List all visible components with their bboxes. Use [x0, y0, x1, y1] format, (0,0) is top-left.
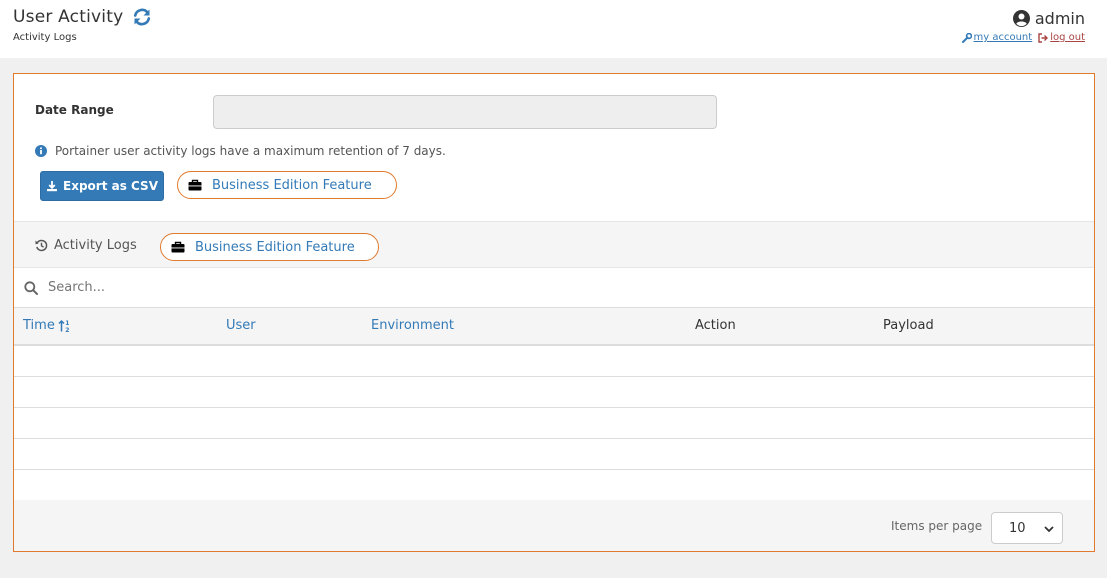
table-row: [14, 377, 1094, 408]
search-bar: [14, 268, 1094, 308]
breadcrumb: Activity Logs: [13, 32, 77, 43]
column-header-action: Action: [695, 318, 736, 333]
info-circle-icon: [35, 145, 47, 157]
table-row: [14, 408, 1094, 439]
date-range-input[interactable]: [213, 95, 717, 129]
activity-panel: Date Range Portainer user activity logs …: [13, 73, 1095, 552]
column-label-time: Time: [23, 318, 55, 333]
sort-alpha-icon: 1 2: [58, 319, 69, 333]
export-csv-button[interactable]: Export as CSV: [40, 171, 164, 201]
items-per-page-label: Items per page: [891, 519, 983, 533]
search-icon: [24, 280, 38, 295]
business-edition-feature-badge-table[interactable]: Business Edition Feature: [160, 233, 379, 261]
business-edition-feature-badge[interactable]: Business Edition Feature: [177, 171, 397, 199]
column-header-user[interactable]: User: [226, 318, 256, 333]
log-out-link[interactable]: log out: [1038, 32, 1085, 43]
account-links: my account log out: [961, 32, 1085, 43]
briefcase-icon: [171, 241, 185, 253]
retention-info-text: Portainer user activity logs have a maxi…: [55, 144, 446, 158]
table-row: [14, 470, 1094, 501]
wrench-icon: [961, 32, 972, 43]
history-icon: [35, 239, 48, 252]
user-circle-icon: [1012, 10, 1030, 27]
title-row: User Activity: [13, 7, 152, 27]
items-per-page-select[interactable]: 10: [991, 512, 1063, 544]
section-title: Activity Logs: [35, 238, 137, 253]
table-row: [14, 346, 1094, 377]
table-row: [14, 439, 1094, 470]
page-header: User Activity Activity Logs admin my acc…: [0, 0, 1107, 58]
briefcase-icon: [188, 179, 202, 191]
download-icon: [47, 181, 57, 192]
date-range-label: Date Range: [35, 103, 114, 117]
export-csv-label: Export as CSV: [63, 179, 158, 193]
svg-text:2: 2: [65, 326, 69, 332]
search-input[interactable]: [48, 280, 948, 295]
username: admin: [1034, 9, 1085, 28]
retention-info: Portainer user activity logs have a maxi…: [35, 144, 446, 158]
my-account-label: my account: [973, 32, 1033, 43]
items-per-page-value: 10: [1009, 520, 1026, 536]
column-header-payload: Payload: [883, 318, 934, 333]
refresh-icon[interactable]: [132, 7, 152, 27]
page-title: User Activity: [13, 7, 124, 27]
column-header-environment[interactable]: Environment: [371, 318, 454, 333]
business-edition-feature-label: Business Edition Feature: [212, 177, 372, 193]
chevron-down-icon: [1044, 526, 1054, 533]
column-header-time[interactable]: Time 1 2: [23, 318, 72, 333]
my-account-link[interactable]: my account: [961, 32, 1033, 43]
sign-out-icon: [1038, 32, 1049, 43]
table-footer: Items per page 10: [14, 500, 1094, 551]
business-edition-feature-label: Business Edition Feature: [195, 239, 355, 255]
section-title-label: Activity Logs: [54, 238, 137, 253]
table-header: Time 1 2 User Environment Action Payload: [14, 308, 1094, 346]
user-info: admin: [1012, 9, 1085, 28]
log-out-label: log out: [1050, 32, 1085, 43]
